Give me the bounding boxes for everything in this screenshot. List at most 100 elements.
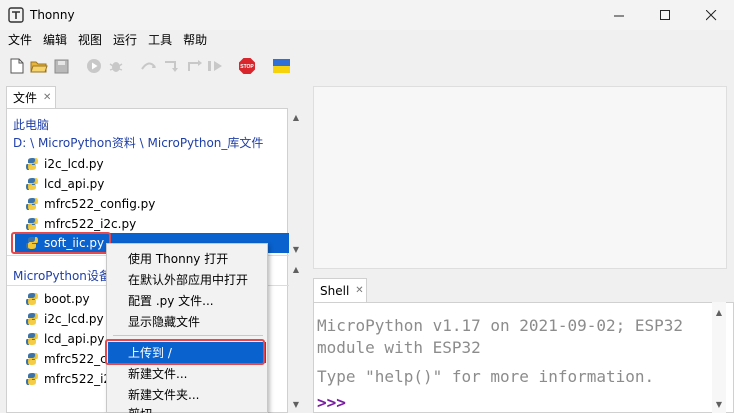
list-item[interactable]: boot.py [25, 289, 90, 309]
title-bar: Thonny [0, 0, 734, 30]
step-out-button[interactable] [186, 56, 204, 76]
list-item[interactable]: i2c_lcd.py [25, 154, 104, 174]
step-into-button[interactable] [163, 56, 181, 76]
list-item[interactable]: mfrc522_config.py [25, 194, 155, 214]
run-button[interactable] [85, 56, 103, 76]
tab-shell-label: Shell [320, 283, 350, 298]
file-name: i2c_lcd.py [44, 157, 104, 171]
python-file-icon [26, 198, 38, 210]
python-file-icon [26, 218, 38, 230]
save-button[interactable] [52, 56, 70, 76]
thonny-logo-icon [8, 7, 24, 23]
shell-scrollbar[interactable]: ▲ ▼ [712, 302, 726, 413]
maximize-button[interactable] [642, 0, 688, 30]
close-button[interactable] [688, 0, 734, 30]
shell-output-line: Type "help()" for more information. [317, 367, 655, 386]
close-icon [705, 9, 716, 20]
breadcrumb[interactable]: D: \ MicroPython资料 \ MicroPython_库文件 [13, 134, 263, 151]
menu-divider [113, 335, 263, 336]
menu-item-open-external[interactable]: 在默认外部应用中打开 [108, 269, 266, 290]
debug-button[interactable] [107, 56, 125, 76]
python-file-icon [26, 158, 38, 170]
list-item[interactable]: lcd_api.py [25, 329, 104, 349]
resume-button[interactable] [207, 56, 225, 76]
tab-files-close-icon[interactable]: ✕ [43, 92, 51, 103]
tab-files[interactable]: 文件 ✕ [6, 86, 56, 108]
menu-view[interactable]: 视图 [74, 31, 106, 49]
stop-icon: STOP [239, 58, 255, 74]
list-item[interactable]: i2c_lcd.py [25, 309, 104, 329]
maximize-icon [659, 9, 670, 20]
tab-shell-close-icon[interactable]: ✕ [355, 285, 363, 296]
minimize-icon [613, 15, 624, 16]
file-name: mfrc522_co [44, 352, 115, 366]
menu-file[interactable]: 文件 [4, 31, 36, 49]
menu-item-new-folder[interactable]: 新建文件夹... [108, 384, 266, 405]
menu-item-cut[interactable]: 剪切 [108, 405, 266, 413]
shell-prompt: >>> [317, 393, 346, 412]
tab-shell[interactable]: Shell ✕ [313, 278, 367, 302]
computer-label[interactable]: 此电脑 [13, 116, 49, 133]
menu-item-configure-py[interactable]: 配置 .py 文件... [108, 290, 266, 311]
open-file-button[interactable] [30, 56, 48, 76]
menu-tools[interactable]: 工具 [144, 31, 176, 49]
file-name: boot.py [44, 292, 90, 306]
stop-label: STOP [240, 64, 254, 70]
toolbar: STOP [0, 52, 734, 80]
menu-help[interactable]: 帮助 [179, 31, 211, 49]
scroll-up-icon[interactable]: ▲ [289, 262, 303, 276]
shell-output-line: MicroPython v1.17 on 2021-09-02; ESP32 [317, 316, 684, 335]
list-item[interactable]: mfrc522_i2 [25, 369, 111, 389]
step-over-button[interactable] [140, 56, 158, 76]
python-file-icon [26, 373, 38, 385]
scroll-up-icon[interactable]: ▲ [712, 305, 726, 319]
list-item[interactable]: mfrc522_i2c.py [25, 214, 136, 234]
resume-icon [208, 61, 222, 71]
device-label[interactable]: MicroPython设备 [13, 267, 111, 284]
scroll-down-icon[interactable]: ▼ [712, 397, 726, 411]
file-name: mfrc522_i2 [44, 372, 112, 386]
minimize-button[interactable] [596, 0, 642, 30]
context-menu: 使用 Thonny 打开 在默认外部应用中打开 配置 .py 文件... 显示隐… [106, 243, 268, 413]
editor-area[interactable] [313, 86, 727, 269]
menu-bar: 文件 编辑 视图 运行 工具 帮助 [0, 30, 734, 50]
stop-button[interactable]: STOP [238, 56, 256, 76]
file-name: mfrc522_config.py [44, 197, 156, 211]
file-name: mfrc522_i2c.py [44, 217, 137, 231]
scroll-up-icon[interactable]: ▲ [289, 110, 303, 124]
menu-run[interactable]: 运行 [109, 31, 141, 49]
menu-item-new-file[interactable]: 新建文件... [108, 363, 266, 384]
upload-highlight-box [105, 339, 265, 365]
file-name: lcd_api.py [44, 177, 105, 191]
tab-files-label: 文件 [13, 91, 38, 105]
new-file-button[interactable] [8, 56, 26, 76]
run-icon [87, 59, 101, 73]
scroll-down-icon[interactable]: ▼ [289, 242, 303, 256]
python-file-icon [26, 333, 38, 345]
menu-item-show-hidden[interactable]: 显示隐藏文件 [108, 311, 266, 332]
local-files-scrollbar[interactable]: ▲ ▼ [289, 108, 303, 258]
selected-file-highlight-box [11, 232, 111, 254]
python-file-icon [26, 313, 38, 325]
window-title: Thonny [30, 8, 75, 22]
python-file-icon [26, 353, 38, 365]
menu-edit[interactable]: 编辑 [39, 31, 71, 49]
device-files-scrollbar[interactable]: ▲ ▼ [289, 260, 303, 413]
save-icon [54, 59, 68, 73]
file-name: i2c_lcd.py [44, 312, 104, 326]
open-folder-icon [30, 61, 48, 73]
shell-output-line: module with ESP32 [317, 338, 481, 357]
python-file-icon [26, 293, 38, 305]
list-item[interactable]: mfrc522_co [25, 349, 114, 369]
step-into-icon [165, 61, 178, 72]
list-item[interactable]: lcd_api.py [25, 174, 104, 194]
new-file-icon [10, 58, 24, 74]
file-name: lcd_api.py [44, 332, 105, 346]
shell-panel[interactable]: MicroPython v1.17 on 2021-09-02; ESP32 m… [313, 302, 734, 413]
support-ukraine-button[interactable] [272, 56, 290, 76]
step-over-icon [141, 62, 156, 70]
python-file-icon [26, 178, 38, 190]
menu-item-open-in-thonny[interactable]: 使用 Thonny 打开 [108, 248, 266, 269]
scroll-down-icon[interactable]: ▼ [289, 397, 303, 411]
ukraine-flag-icon [272, 59, 290, 73]
